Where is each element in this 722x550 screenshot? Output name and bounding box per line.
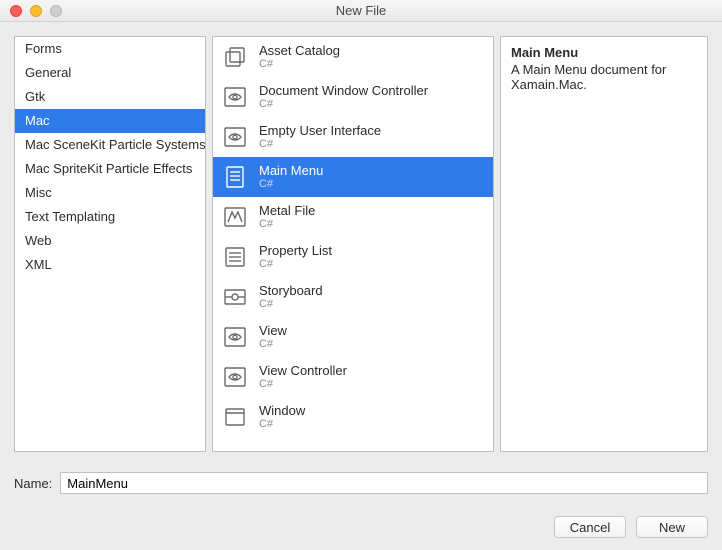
template-lang: C# — [259, 58, 340, 70]
template-text: Main MenuC# — [259, 164, 323, 190]
category-item[interactable]: Web — [15, 229, 205, 253]
category-item[interactable]: Misc — [15, 181, 205, 205]
template-item[interactable]: ViewC# — [213, 317, 493, 357]
template-text: Document Window ControllerC# — [259, 84, 428, 110]
template-item[interactable]: Asset CatalogC# — [213, 37, 493, 77]
template-text: StoryboardC# — [259, 284, 323, 310]
template-item[interactable]: StoryboardC# — [213, 277, 493, 317]
window-icon — [221, 403, 249, 431]
button-row: Cancel New — [14, 516, 708, 538]
category-pane: FormsGeneralGtkMacMac SceneKit Particle … — [14, 36, 206, 452]
template-name: Main Menu — [259, 164, 323, 178]
template-text: Empty User InterfaceC# — [259, 124, 381, 150]
category-item[interactable]: XML — [15, 253, 205, 277]
storyboard-icon — [221, 283, 249, 311]
template-text: ViewC# — [259, 324, 287, 350]
panes: FormsGeneralGtkMacMac SceneKit Particle … — [14, 36, 708, 452]
detail-title: Main Menu — [511, 45, 697, 60]
template-text: Metal FileC# — [259, 204, 315, 230]
template-text: Property ListC# — [259, 244, 332, 270]
stack-icon — [221, 43, 249, 71]
detail-description: A Main Menu document for Xamain.Mac. — [511, 62, 697, 92]
category-item[interactable]: Mac — [15, 109, 205, 133]
template-name: Document Window Controller — [259, 84, 428, 98]
template-name: Property List — [259, 244, 332, 258]
template-lang: C# — [259, 258, 332, 270]
category-item[interactable]: General — [15, 61, 205, 85]
template-list: Asset CatalogC#Document Window Controlle… — [213, 37, 493, 437]
new-button[interactable]: New — [636, 516, 708, 538]
template-text: Asset CatalogC# — [259, 44, 340, 70]
name-input[interactable] — [60, 472, 708, 494]
template-item[interactable]: Metal FileC# — [213, 197, 493, 237]
category-item[interactable]: Text Templating — [15, 205, 205, 229]
category-item[interactable]: Mac SceneKit Particle Systems — [15, 133, 205, 157]
template-lang: C# — [259, 218, 315, 230]
category-item[interactable]: Forms — [15, 37, 205, 61]
template-lang: C# — [259, 418, 305, 430]
template-item[interactable]: Document Window ControllerC# — [213, 77, 493, 117]
detail-pane: Main Menu A Main Menu document for Xamai… — [500, 36, 708, 452]
template-lang: C# — [259, 98, 428, 110]
template-lang: C# — [259, 338, 287, 350]
category-item[interactable]: Gtk — [15, 85, 205, 109]
template-name: Metal File — [259, 204, 315, 218]
template-name: Empty User Interface — [259, 124, 381, 138]
eye-icon — [221, 323, 249, 351]
dialog-content: FormsGeneralGtkMacMac SceneKit Particle … — [0, 22, 722, 550]
template-item[interactable]: View ControllerC# — [213, 357, 493, 397]
template-name: Asset Catalog — [259, 44, 340, 58]
template-text: WindowC# — [259, 404, 305, 430]
template-item[interactable]: Empty User InterfaceC# — [213, 117, 493, 157]
template-item[interactable]: Main MenuC# — [213, 157, 493, 197]
template-item[interactable]: Property ListC# — [213, 237, 493, 277]
eye-icon — [221, 83, 249, 111]
cancel-button[interactable]: Cancel — [554, 516, 626, 538]
template-lang: C# — [259, 138, 381, 150]
template-lang: C# — [259, 298, 323, 310]
list-icon — [221, 243, 249, 271]
template-name: View — [259, 324, 287, 338]
eye-icon — [221, 123, 249, 151]
category-list: FormsGeneralGtkMacMac SceneKit Particle … — [15, 37, 205, 277]
eye-icon — [221, 363, 249, 391]
template-name: Storyboard — [259, 284, 323, 298]
template-item[interactable]: WindowC# — [213, 397, 493, 437]
template-lang: C# — [259, 378, 347, 390]
template-pane: Asset CatalogC#Document Window Controlle… — [212, 36, 494, 452]
category-item[interactable]: Mac SpriteKit Particle Effects — [15, 157, 205, 181]
document-icon — [221, 163, 249, 191]
template-text: View ControllerC# — [259, 364, 347, 390]
template-lang: C# — [259, 178, 323, 190]
name-row: Name: — [14, 472, 708, 494]
titlebar: New File — [0, 0, 722, 22]
template-name: Window — [259, 404, 305, 418]
template-name: View Controller — [259, 364, 347, 378]
name-label: Name: — [14, 476, 52, 491]
metal-icon — [221, 203, 249, 231]
window-title: New File — [0, 3, 722, 18]
